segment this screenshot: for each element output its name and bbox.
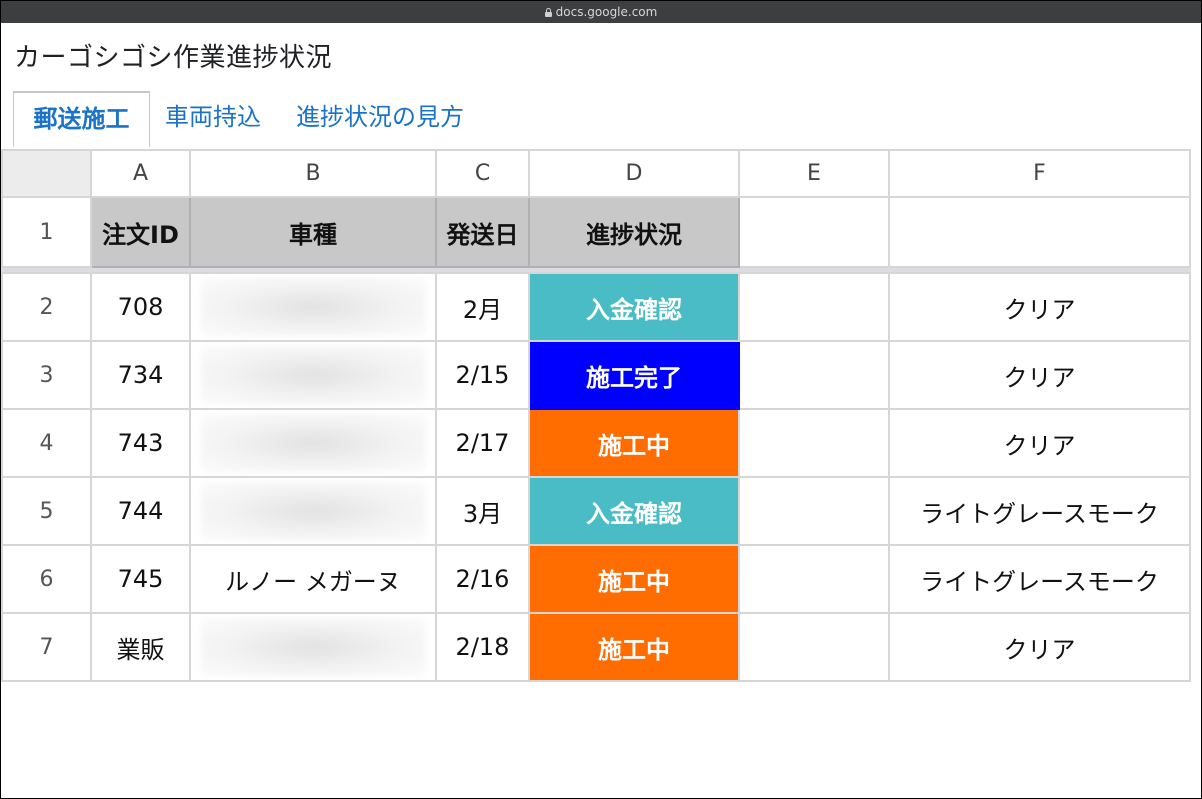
cell-film-type[interactable]: ライトグレースモーク: [888, 476, 1191, 546]
column-header-a[interactable]: A: [90, 149, 191, 198]
row-number[interactable]: 3: [1, 340, 92, 410]
cell-film-type[interactable]: ライトグレースモーク: [888, 544, 1191, 614]
lock-icon: [544, 7, 552, 17]
header-cell-progress[interactable]: 進捗状況: [528, 196, 740, 268]
cell-car-model-redacted[interactable]: [189, 476, 437, 546]
sheet-frame: docs.google.com カーゴシゴシ作業進捗状況 郵送施工 車両持込 進…: [0, 0, 1202, 799]
browser-url-bar[interactable]: docs.google.com: [1, 1, 1201, 23]
cell-e[interactable]: [738, 408, 890, 478]
column-header-e[interactable]: E: [738, 149, 890, 198]
tab-yuso-seko[interactable]: 郵送施工: [13, 91, 150, 147]
cell-car-model-redacted[interactable]: [189, 408, 437, 478]
column-header-d[interactable]: D: [528, 149, 740, 198]
table-header-row: 1 注文ID 車種 発送日 進捗状況: [1, 196, 1191, 268]
select-all-corner[interactable]: [1, 149, 92, 198]
header-cell-ship-date[interactable]: 発送日: [435, 196, 530, 268]
tab-progress-guide[interactable]: 進捗状況の見方: [296, 91, 464, 143]
column-header-c[interactable]: C: [435, 149, 530, 198]
cell-e[interactable]: [738, 272, 890, 342]
cell-e[interactable]: [738, 476, 890, 546]
table-row: 7 業販 2/18 施工中 クリア: [1, 612, 1191, 682]
cell-film-type[interactable]: クリア: [888, 612, 1191, 682]
row-number[interactable]: 2: [1, 272, 92, 342]
cell-ship-date[interactable]: 2/17: [435, 408, 530, 478]
cell-film-type[interactable]: クリア: [888, 340, 1191, 410]
document-title: カーゴシゴシ作業進捗状況: [14, 43, 333, 73]
redacted-blur: [200, 482, 426, 540]
cell-e[interactable]: [738, 544, 890, 614]
table-row: 4 743 2/17 施工中 クリア: [1, 408, 1191, 478]
table-row: 3 734 2/15 施工完了 クリア: [1, 340, 1191, 410]
redacted-blur: [200, 346, 426, 404]
cell-progress-status[interactable]: 施工中: [528, 612, 740, 682]
cell-progress-status[interactable]: 入金確認: [528, 476, 740, 546]
cell-e[interactable]: [738, 340, 890, 410]
cell-ship-date[interactable]: 2/16: [435, 544, 530, 614]
header-cell-order-id[interactable]: 注文ID: [90, 196, 191, 268]
header-cell-car-model[interactable]: 車種: [189, 196, 437, 268]
cell-order-id[interactable]: 745: [90, 544, 191, 614]
cell-order-id[interactable]: 744: [90, 476, 191, 546]
cell-ship-date[interactable]: 2/18: [435, 612, 530, 682]
header-cell-e[interactable]: [738, 196, 890, 268]
cell-e[interactable]: [738, 612, 890, 682]
cell-car-model-redacted[interactable]: [189, 340, 437, 410]
cell-order-id[interactable]: 708: [90, 272, 191, 342]
cell-order-id[interactable]: 業販: [90, 612, 191, 682]
cell-ship-date[interactable]: 3月: [435, 476, 530, 546]
cell-car-model-redacted[interactable]: [189, 272, 437, 342]
cell-car-model-redacted[interactable]: [189, 612, 437, 682]
column-header-b[interactable]: B: [189, 149, 437, 198]
spreadsheet-grid: A B C D E F 1 注文ID 車種 発送日 進捗状況 2 708 2月 入金確…: [1, 149, 1191, 682]
column-header-f[interactable]: F: [888, 149, 1191, 198]
cell-film-type[interactable]: クリア: [888, 272, 1191, 342]
table-row: 5 744 3月 入金確認 ライトグレースモーク: [1, 476, 1191, 546]
header-cell-f[interactable]: [888, 196, 1191, 268]
row-number[interactable]: 6: [1, 544, 92, 614]
cell-film-type[interactable]: クリア: [888, 408, 1191, 478]
cell-car-model[interactable]: ルノー メガーヌ: [189, 544, 437, 614]
redacted-blur: [200, 278, 426, 336]
row-number[interactable]: 4: [1, 408, 92, 478]
cell-ship-date[interactable]: 2月: [435, 272, 530, 342]
table-row: 6 745 ルノー メガーヌ 2/16 施工中 ライトグレースモーク: [1, 544, 1191, 614]
row-number[interactable]: 7: [1, 612, 92, 682]
column-header-row: A B C D E F: [1, 149, 1191, 198]
table-row: 2 708 2月 入金確認 クリア: [1, 272, 1191, 342]
cell-progress-status[interactable]: 施工中: [528, 408, 740, 478]
cell-progress-status[interactable]: 施工完了: [528, 340, 740, 410]
tab-sharyo-mochikomi[interactable]: 車両持込: [165, 91, 261, 143]
cell-order-id[interactable]: 743: [90, 408, 191, 478]
row-number[interactable]: 1: [1, 196, 92, 268]
row-number[interactable]: 5: [1, 476, 92, 546]
url-text: docs.google.com: [555, 5, 658, 19]
cell-order-id[interactable]: 734: [90, 340, 191, 410]
cell-ship-date[interactable]: 2/15: [435, 340, 530, 410]
cell-progress-status[interactable]: 入金確認: [528, 272, 740, 342]
redacted-blur: [200, 414, 426, 472]
cell-progress-status[interactable]: 施工中: [528, 544, 740, 614]
redacted-blur: [200, 618, 426, 676]
